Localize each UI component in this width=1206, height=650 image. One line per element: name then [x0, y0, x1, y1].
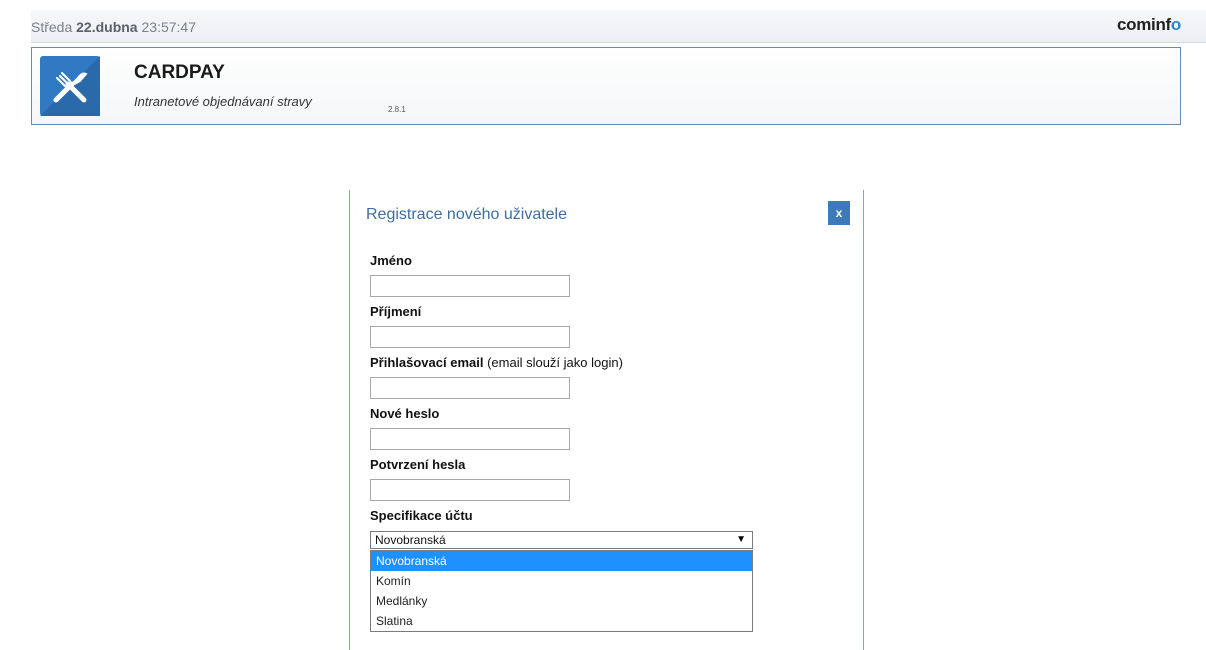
app-version: 2.8.1 [388, 105, 406, 114]
select-value: Novobranská [375, 533, 446, 547]
brand-text: cominf [1116, 15, 1171, 34]
dialog-title: Registrace nového uživatele [366, 206, 568, 223]
new-password-label: Nové heslo [370, 406, 440, 421]
registration-dialog: Registrace nového uživatele x Jméno Příj… [349, 190, 864, 650]
app-title: CARDPAY [134, 62, 225, 83]
last-name-input[interactable] [370, 326, 570, 348]
time-text: 23:57:47 [141, 19, 197, 35]
close-button[interactable]: x [828, 201, 850, 225]
brand-accent: o [1170, 15, 1181, 34]
app-header: CARDPAY Intranetové objednávaní stravy 2… [31, 47, 1181, 125]
option-medlanky[interactable]: Medlánky [371, 591, 752, 611]
email-hint: (email slouží jako login) [487, 355, 623, 370]
option-komin[interactable]: Komín [371, 571, 752, 591]
email-label: Přihlašovací email (email slouží jako lo… [370, 355, 623, 370]
dropdown-arrow-icon: ▼ [736, 534, 746, 545]
first-name-label: Jméno [370, 253, 412, 268]
new-password-input[interactable] [370, 428, 570, 450]
option-novobranska[interactable]: Novobranská [371, 551, 752, 571]
option-slatina[interactable]: Slatina [371, 611, 752, 631]
account-spec-options: Novobranská Komín Medlánky Slatina [370, 550, 753, 632]
app-subtitle: Intranetové objednávaní stravy [134, 94, 312, 109]
last-name-label: Příjmení [370, 304, 422, 319]
confirm-password-input[interactable] [370, 479, 570, 501]
email-input[interactable] [370, 377, 570, 399]
brand-logo: cominfo [1117, 15, 1181, 35]
datetime-display: Středa 22.dubna 23:57:47 [31, 19, 196, 35]
confirm-password-label: Potvrzení hesla [370, 457, 466, 472]
date-text: 22.dubna [76, 19, 138, 35]
account-spec-select[interactable]: Novobranská ▼ [370, 531, 753, 549]
first-name-input[interactable] [370, 275, 570, 297]
top-bar: Středa 22.dubna 23:57:47 cominfo [31, 10, 1206, 43]
account-spec-label: Specifikace účtu [370, 508, 473, 523]
day-name: Středa [31, 19, 73, 35]
fork-knife-icon [40, 56, 100, 116]
